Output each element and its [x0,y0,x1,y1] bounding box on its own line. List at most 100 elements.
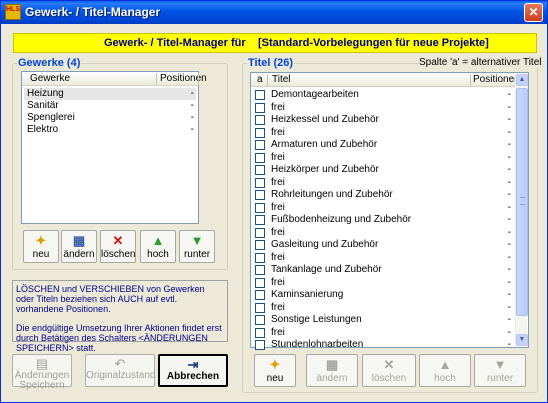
titel-name: frei [271,251,285,263]
titel-name: Stundenlohnarbeiten [271,339,364,350]
column-header-titel[interactable]: Titel [272,74,291,85]
titel-positions: - [507,276,511,288]
alternative-title-checkbox[interactable] [255,102,265,113]
alternative-title-checkbox[interactable] [255,290,265,300]
close-button[interactable]: ✕ [524,3,543,22]
gewerk-row[interactable]: Sanitär - [24,100,196,112]
scroll-thumb[interactable] [516,88,528,316]
gewerk-move-down-button[interactable]: ▼ runter [179,230,215,263]
titel-list[interactable]: a Titel Positionen Demontagearbeiten - fre… [250,72,529,351]
titel-positions: - [507,301,511,313]
title-bar[interactable]: HLS Gewerk- / Titel-Manager ✕ [1,1,547,24]
column-header-gewerke[interactable]: Gewerke [30,73,70,84]
titel-scrollbar[interactable]: ▲ ▼ [515,74,528,346]
alternative-title-checkbox[interactable] [255,127,265,138]
edit-icon: ▦ [72,233,86,248]
titel-row[interactable]: Stundenlohnarbeiten - [252,339,515,351]
alternative-title-checkbox[interactable] [255,177,265,188]
titel-row[interactable]: Sonstige Leistungen - [252,314,515,326]
banner-title: Gewerk- / Titel-Manager für [104,37,246,49]
titel-row[interactable]: Rohrleitungen und Zubehör - [252,189,515,201]
cancel-button[interactable]: ⇥ Abbrechen [158,354,228,387]
titel-positions: - [507,164,511,175]
titel-row[interactable]: frei - [252,127,515,139]
titel-row[interactable]: Demontagearbeiten - [252,89,515,101]
window-title: Gewerk- / Titel-Manager [25,5,161,19]
alternative-title-checkbox[interactable] [255,152,265,163]
scroll-down-icon[interactable]: ▼ [516,334,528,346]
info-note-save: Die endgültige Umsetzung Ihrer Aktionen … [16,323,222,353]
titel-new-button[interactable]: ✦ neu [254,354,296,387]
alternative-title-checkbox[interactable] [255,315,265,325]
save-changes-button[interactable]: ▤ Änderungen Speichern [12,354,72,391]
titel-row[interactable]: frei - [252,252,515,264]
titel-positions: - [507,126,511,138]
save-icon: ▤ [35,356,49,371]
gewerk-row[interactable]: Elektro - [24,124,196,136]
alternative-title-checkbox[interactable] [255,252,265,263]
titel-row[interactable]: Kaminsanierung - [252,289,515,301]
gewerk-row[interactable]: Heizung - [24,88,196,100]
alternative-title-checkbox[interactable] [255,277,265,288]
titel-move-down-button[interactable]: ▼ runter [474,354,526,387]
gewerke-list-header: Gewerke Positionen [22,72,207,86]
alternative-title-checkbox[interactable] [255,202,265,213]
titel-row[interactable]: frei - [252,277,515,289]
edit-icon: ▦ [325,357,339,372]
titel-positions: - [507,251,511,263]
titel-row[interactable]: frei - [252,302,515,314]
gewerk-name: Heizung [27,88,64,99]
titel-positions: - [507,264,511,275]
column-header-positionen[interactable]: Positionen [473,74,520,85]
alternative-title-checkbox[interactable] [255,140,265,150]
titel-row[interactable]: frei - [252,152,515,164]
titel-positions: - [507,176,511,188]
titel-name: frei [271,101,285,113]
alternative-title-checkbox[interactable] [255,340,265,350]
titel-row[interactable]: Heizkessel und Zubehör - [252,114,515,126]
titel-row[interactable]: Armaturen und Zubehör - [252,139,515,151]
titel-name: Kaminsanierung [271,289,344,300]
column-header-a[interactable]: a [257,74,263,85]
alternative-title-checkbox[interactable] [255,190,265,200]
titel-move-up-button[interactable]: ▲ hoch [419,354,471,387]
titel-positions: - [507,151,511,163]
new-document-icon: ✦ [269,357,281,372]
gewerk-name: Sanitär [27,100,59,111]
titel-edit-button[interactable]: ▦ ändern [306,354,358,387]
alternative-title-checkbox[interactable] [255,227,265,238]
alternative-title-checkbox[interactable] [255,265,265,275]
exit-door-icon: ⇥ [187,357,199,372]
titel-row[interactable]: Tankanlage und Zubehör - [252,264,515,276]
alternative-title-checkbox[interactable] [255,215,265,225]
gewerk-delete-button[interactable]: ✕ löschen [100,230,136,263]
revert-button[interactable]: ↶ Originalzustand [85,354,155,387]
titel-row[interactable]: Heizkörper und Zubehör - [252,164,515,176]
alternative-title-checkbox[interactable] [255,240,265,250]
alternative-title-checkbox[interactable] [255,165,265,175]
scroll-up-icon[interactable]: ▲ [516,74,528,86]
gewerk-new-button[interactable]: ✦ neu [23,230,59,263]
titel-name: Heizkörper und Zubehör [271,164,379,175]
gewerk-move-up-button[interactable]: ▲ hoch [140,230,176,263]
titel-name: Heizkessel und Zubehör [271,114,379,125]
titel-row[interactable]: Gasleitung und Zubehör - [252,239,515,251]
titel-row[interactable]: frei - [252,227,515,239]
gewerke-list[interactable]: Gewerke Positionen Heizung - Sanitär - Speng… [21,71,207,224]
titel-delete-button[interactable]: ✕ löschen [362,354,416,387]
gewerk-edit-button[interactable]: ▦ ändern [61,230,97,263]
alternative-title-checkbox[interactable] [255,302,265,313]
gewerk-row[interactable]: Spenglerei - [24,112,196,124]
titel-row[interactable]: frei - [252,202,515,214]
alternative-title-checkbox[interactable] [255,90,265,100]
alternative-title-checkbox[interactable] [255,327,265,338]
titel-row[interactable]: Fußbodenheizung und Zubehör - [252,214,515,226]
titel-row[interactable]: frei - [252,102,515,114]
alternative-title-checkbox[interactable] [255,115,265,125]
titel-positions: - [507,114,511,125]
titel-positions: - [507,239,511,250]
titel-row[interactable]: frei - [252,327,515,339]
titel-name: frei [271,276,285,288]
column-header-positionen[interactable]: Positionen [160,73,207,84]
titel-row[interactable]: frei - [252,177,515,189]
